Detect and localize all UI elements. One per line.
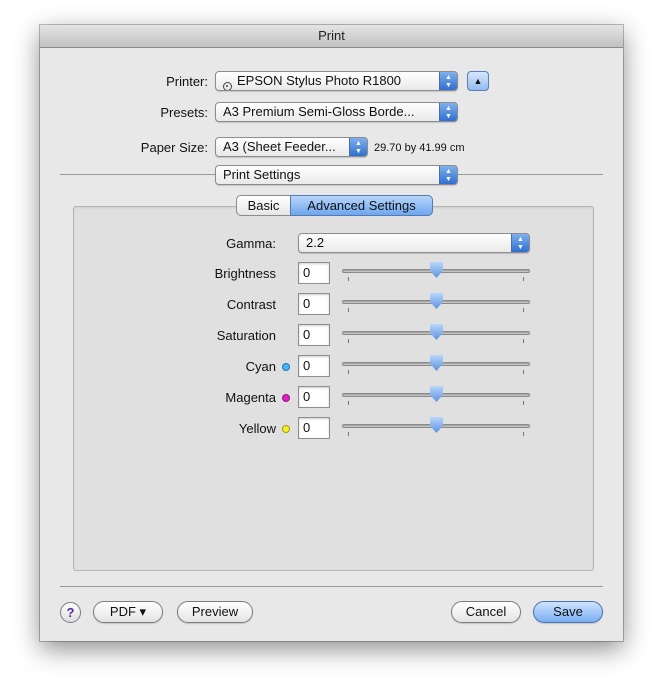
slider-tick <box>348 432 349 436</box>
popup-arrows-icon: ▲ ▼ <box>439 103 457 121</box>
popup-arrows-icon: ▲ ▼ <box>349 138 367 156</box>
paper-size-value: A3 (Sheet Feeder... <box>223 139 336 154</box>
save-button[interactable]: Save <box>533 601 603 623</box>
separator-right <box>458 174 603 175</box>
magenta-slider[interactable] <box>342 386 530 407</box>
slider-thumb[interactable] <box>430 417 443 433</box>
preview-button[interactable]: Preview <box>177 601 253 623</box>
slider-tick <box>348 401 349 405</box>
paper-size-popup[interactable]: A3 (Sheet Feeder... ▲ ▼ <box>215 137 368 157</box>
window-title: Print <box>40 25 623 48</box>
slider-tick <box>523 370 524 374</box>
brightness-label: Brightness <box>214 266 276 281</box>
paper-dimensions: 29.70 by 41.99 cm <box>374 142 465 154</box>
bottom-separator <box>60 586 603 587</box>
print-dialog: Print Printer: EPSON Stylus Photo R1800 … <box>40 25 623 641</box>
cyan-label: Cyan <box>245 359 276 374</box>
presets-popup[interactable]: A3 Premium Semi-Gloss Borde... ▲ ▼ <box>215 102 458 122</box>
saturation-input[interactable]: 0 <box>298 324 330 346</box>
presets-value: A3 Premium Semi-Gloss Borde... <box>223 104 415 119</box>
panel-select-value: Print Settings <box>223 167 301 182</box>
popup-arrows-icon: ▲ ▼ <box>511 234 529 252</box>
brightness-input[interactable]: 0 <box>298 262 330 284</box>
gamma-value: 2.2 <box>306 235 325 250</box>
popup-arrows-icon: ▲ ▼ <box>439 166 457 184</box>
slider-thumb[interactable] <box>430 293 443 309</box>
slider-thumb[interactable] <box>430 262 443 278</box>
slider-tick <box>348 339 349 343</box>
gamma-popup[interactable]: 2.2 ▲ ▼ <box>298 233 530 253</box>
collapse-details-button[interactable]: ▲ <box>467 71 489 91</box>
brightness-slider[interactable] <box>342 262 530 283</box>
slider-thumb[interactable] <box>430 386 443 402</box>
slider-tick <box>523 339 524 343</box>
slider-tick <box>348 277 349 281</box>
cancel-button[interactable]: Cancel <box>451 601 521 623</box>
contrast-slider[interactable] <box>342 293 530 314</box>
slider-tick <box>523 432 524 436</box>
slider-tick <box>523 308 524 312</box>
slider-tick <box>523 277 524 281</box>
yellow-label: Yellow <box>238 421 276 436</box>
yellow-input[interactable]: 0 <box>298 417 330 439</box>
printer-value: EPSON Stylus Photo R1800 <box>237 73 402 88</box>
slider-thumb[interactable] <box>430 324 443 340</box>
saturation-slider[interactable] <box>342 324 530 345</box>
cyan-dot-icon <box>282 363 290 371</box>
contrast-input[interactable]: 0 <box>298 293 330 315</box>
separator-left <box>60 174 215 175</box>
slider-tick <box>348 370 349 374</box>
yellow-dot-icon <box>282 425 290 433</box>
paper-size-label: Paper Size: <box>140 140 208 155</box>
tab-basic[interactable]: Basic <box>236 195 291 216</box>
cyan-input[interactable]: 0 <box>298 355 330 377</box>
magenta-dot-icon <box>282 394 290 402</box>
magenta-label: Magenta <box>225 390 276 405</box>
triangle-up-icon: ▲ <box>473 76 483 86</box>
magenta-input[interactable]: 0 <box>298 386 330 408</box>
help-button[interactable]: ? <box>60 602 81 623</box>
panel-select-popup[interactable]: Print Settings ▲ ▼ <box>215 165 458 185</box>
cyan-slider[interactable] <box>342 355 530 376</box>
printer-popup[interactable]: EPSON Stylus Photo R1800 ▲ ▼ <box>215 71 458 91</box>
slider-thumb[interactable] <box>430 355 443 371</box>
tab-advanced-settings[interactable]: Advanced Settings <box>290 195 433 216</box>
yellow-slider[interactable] <box>342 417 530 438</box>
printer-status-icon <box>223 82 232 90</box>
popup-arrows-icon: ▲ ▼ <box>439 72 457 90</box>
gamma-label: Gamma: <box>226 236 276 251</box>
contrast-label: Contrast <box>226 297 276 312</box>
saturation-label: Saturation <box>216 328 276 343</box>
slider-tick <box>523 401 524 405</box>
printer-label: Printer: <box>166 74 208 89</box>
pdf-menu-button[interactable]: PDF ▾ <box>93 601 163 623</box>
presets-label: Presets: <box>160 105 208 120</box>
slider-tick <box>348 308 349 312</box>
